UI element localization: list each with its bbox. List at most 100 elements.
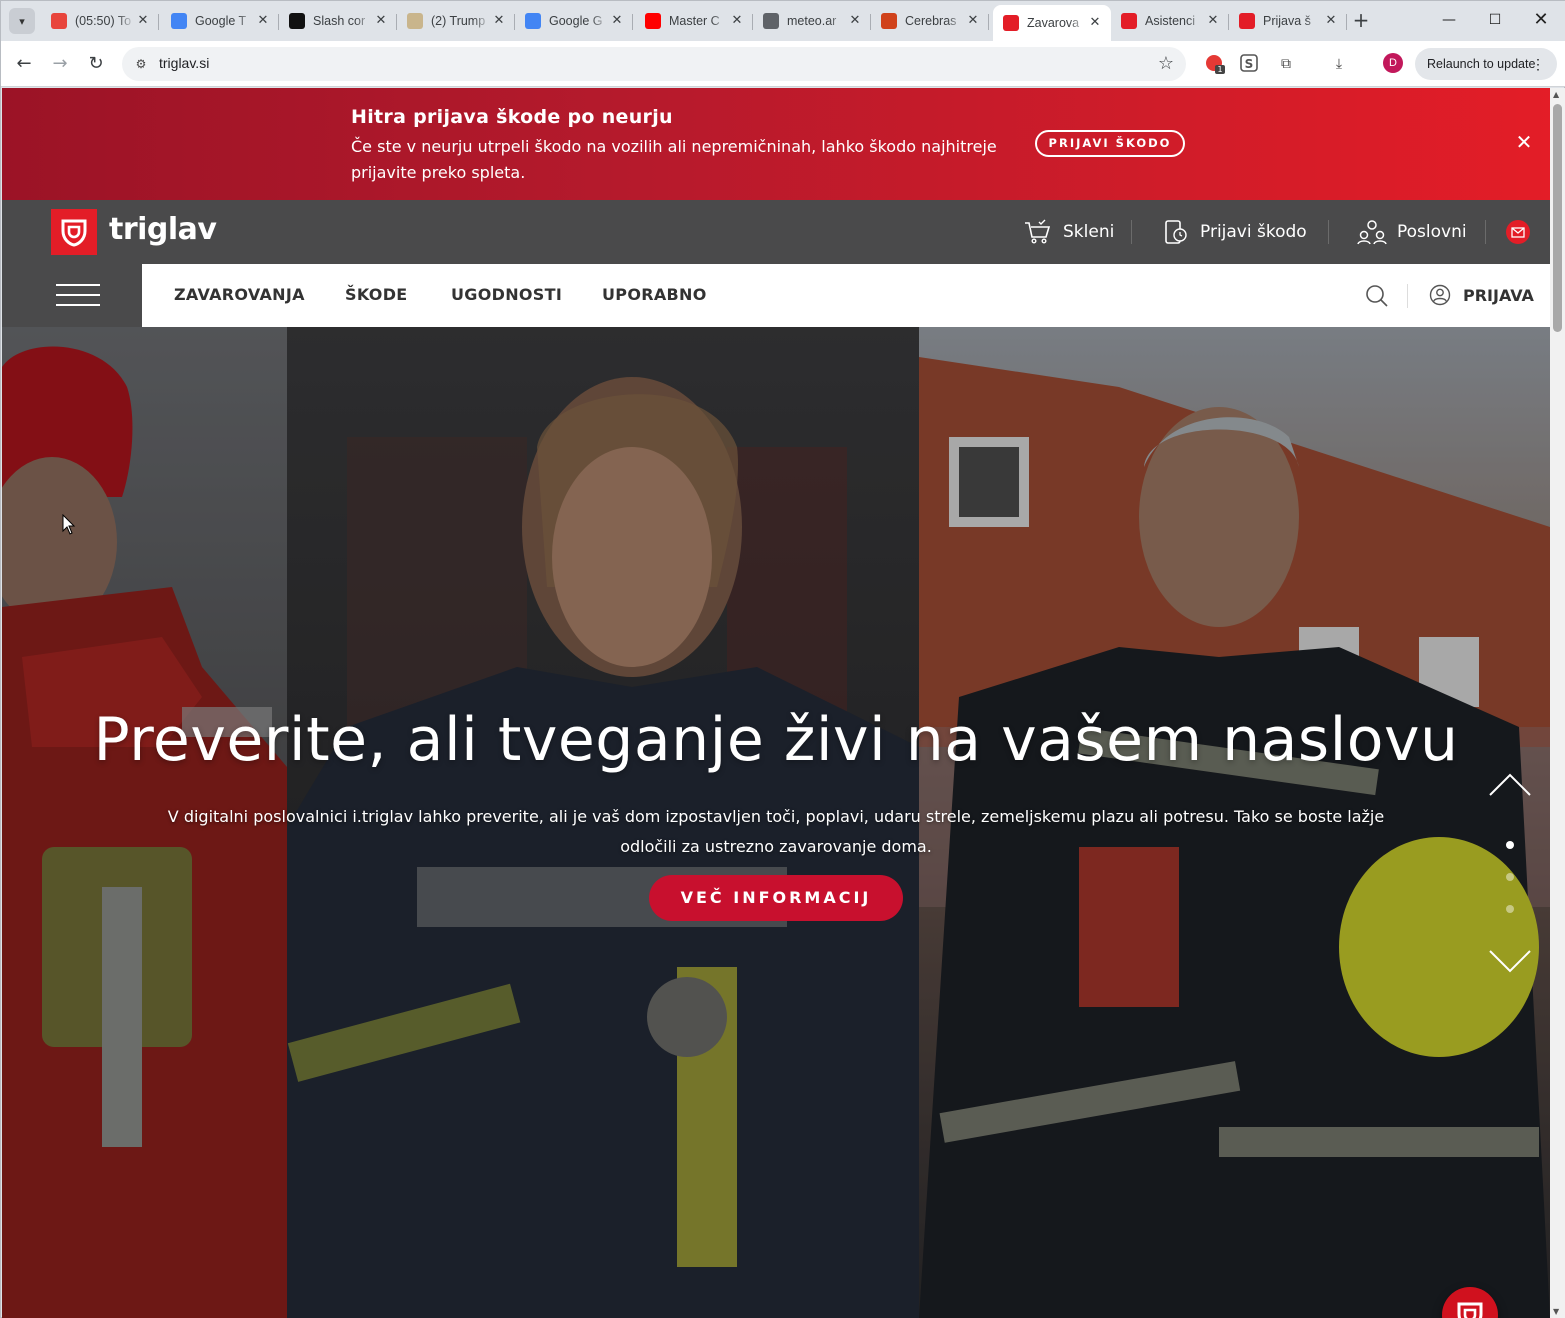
scroll-up-icon[interactable]: ▲ xyxy=(1553,90,1559,99)
tab-close-icon[interactable]: ✕ xyxy=(373,13,389,29)
divider xyxy=(1131,220,1132,244)
logo-text[interactable]: triglav xyxy=(109,212,217,247)
tab-label: (05:50) To xyxy=(75,14,132,28)
nav-item-ugodnosti[interactable]: UGODNOSTI xyxy=(451,285,562,304)
profile-avatar[interactable]: D xyxy=(1383,53,1403,73)
s-extension-icon[interactable]: S xyxy=(1238,53,1260,75)
storm-alert-banner: Hitra prijava škode po neurju Če ste v n… xyxy=(2,88,1550,200)
tab-label: (2) Trump xyxy=(431,14,486,28)
page-viewport: Hitra prijava škode po neurju Če ste v n… xyxy=(2,88,1550,1318)
browser-tab[interactable]: Master C ✕ xyxy=(635,5,753,37)
browser-tab[interactable]: (2) Trump ✕ xyxy=(397,5,515,37)
tab-label: Master C xyxy=(669,14,720,28)
triglav-logo-icon xyxy=(1457,1302,1483,1318)
nav-item-uporabno[interactable]: UPORABNO xyxy=(602,285,707,304)
chevron-down-icon[interactable] xyxy=(1488,947,1532,975)
site-info-icon[interactable]: ⚙ xyxy=(132,55,150,73)
url-text[interactable]: triglav.si xyxy=(159,55,209,71)
close-icon[interactable]: ✕ xyxy=(1514,132,1534,152)
hero-title: Preverite, ali tveganje živi na vašem na… xyxy=(93,705,1459,775)
hamburger-menu-icon[interactable] xyxy=(2,264,142,327)
tab-strip: ▾ (05:50) To ✕ Google T ✕ Slash cor ✕ (2) Trum… xyxy=(1,1,1565,41)
tab-favicon-icon xyxy=(1239,13,1255,29)
alert-title: Hitra prijava škode po neurju xyxy=(351,106,673,128)
carousel-dot-active[interactable] xyxy=(1506,841,1514,849)
tab-close-icon[interactable]: ✕ xyxy=(847,13,863,29)
downloads-icon[interactable]: ⤓ xyxy=(1328,53,1350,75)
page-scrollbar[interactable]: ▲ ▼ xyxy=(1550,88,1565,1318)
carousel-dot[interactable] xyxy=(1506,905,1514,913)
relaunch-label: Relaunch to update xyxy=(1427,57,1536,71)
report-damage-button[interactable]: PRIJAVI ŠKODO xyxy=(1035,130,1185,157)
login-button[interactable]: PRIJAVA xyxy=(1429,284,1534,306)
browser-window: ▾ (05:50) To ✕ Google T ✕ Slash cor ✕ (2) Trum… xyxy=(0,0,1565,1318)
browser-tab[interactable]: Asistenci ✕ xyxy=(1111,5,1229,37)
tab-close-icon[interactable]: ✕ xyxy=(965,13,981,29)
tab-label: Cerebras xyxy=(905,14,957,28)
tab-close-icon[interactable]: ✕ xyxy=(1323,13,1339,29)
tab-close-icon[interactable]: ✕ xyxy=(609,13,625,29)
nav-item-zavarovanja[interactable]: ZAVAROVANJA xyxy=(174,285,305,304)
header-link-poslovni[interactable]: Poslovni xyxy=(1357,219,1467,245)
search-icon[interactable] xyxy=(1365,284,1389,308)
new-tab-button[interactable]: + xyxy=(1350,9,1372,31)
tab-close-icon[interactable]: ✕ xyxy=(1087,15,1103,31)
adblock-extension-icon[interactable]: 1 xyxy=(1204,53,1226,75)
tab-close-icon[interactable]: ✕ xyxy=(135,13,151,29)
tab-favicon-icon xyxy=(289,13,305,29)
browser-toolbar: ← → ↻ ⚙ triglav.si ☆ 1 S ⧉ ⤓ D Relaunch … xyxy=(1,41,1565,87)
bookmark-star-icon[interactable]: ☆ xyxy=(1158,53,1174,74)
header-link-skleni[interactable]: Skleni xyxy=(1023,219,1114,245)
minimize-button[interactable]: — xyxy=(1426,5,1472,35)
back-button[interactable]: ← xyxy=(10,50,38,78)
browser-tab[interactable]: Google G ✕ xyxy=(515,5,633,37)
people-icon xyxy=(1357,220,1387,245)
tab-favicon-icon xyxy=(51,13,67,29)
tab-search-button[interactable]: ▾ xyxy=(9,8,35,34)
tab-close-icon[interactable]: ✕ xyxy=(255,13,271,29)
triglav-logo-icon[interactable] xyxy=(51,209,97,255)
tab-favicon-icon xyxy=(763,13,779,29)
scrollbar-thumb[interactable] xyxy=(1553,104,1562,332)
carousel-dot[interactable] xyxy=(1506,873,1514,881)
maximize-button[interactable]: ☐ xyxy=(1472,5,1518,35)
header-link-label: Prijavi škodo xyxy=(1200,222,1307,242)
reload-button[interactable]: ↻ xyxy=(82,50,110,78)
browser-tab[interactable]: Zavarova ✕ xyxy=(993,5,1111,41)
messages-icon[interactable] xyxy=(1506,220,1530,244)
cart-icon xyxy=(1025,219,1051,244)
extensions-puzzle-icon[interactable]: ⧉ xyxy=(1275,53,1297,75)
tab-favicon-icon xyxy=(171,13,187,29)
scroll-down-icon[interactable]: ▼ xyxy=(1553,1307,1559,1316)
address-bar[interactable]: ⚙ triglav.si ☆ xyxy=(122,47,1186,81)
close-window-button[interactable]: ✕ xyxy=(1518,5,1564,35)
relaunch-button[interactable]: Relaunch to update ⋮ xyxy=(1415,48,1557,80)
browser-tab[interactable]: Prijava š ✕ xyxy=(1229,5,1347,37)
chevron-up-icon[interactable] xyxy=(1488,771,1532,799)
tab-label: meteo.ar xyxy=(787,14,837,28)
login-label: PRIJAVA xyxy=(1463,285,1534,305)
browser-tab[interactable]: Google T ✕ xyxy=(161,5,279,37)
tab-close-icon[interactable]: ✕ xyxy=(1205,13,1221,29)
tab-label: Asistenci xyxy=(1145,14,1196,28)
menu-dots-icon[interactable]: ⋮ xyxy=(1531,48,1545,80)
browser-tab[interactable]: meteo.ar ✕ xyxy=(753,5,871,37)
tab-close-icon[interactable]: ✕ xyxy=(729,13,745,29)
browser-tab[interactable]: Cerebras ✕ xyxy=(871,5,989,37)
hero-subtitle: V digitalni poslovalnici i.triglav lahko… xyxy=(167,807,1385,856)
tab-label: Google G xyxy=(549,14,603,28)
svg-text:S: S xyxy=(1245,57,1254,71)
tab-close-icon[interactable]: ✕ xyxy=(491,13,507,29)
main-nav: ZAVAROVANJA ŠKODE UGODNOSTI UPORABNO PRI… xyxy=(142,264,1550,327)
tab-favicon-icon xyxy=(525,13,541,29)
header-link-prijavi-skodo[interactable]: Prijavi škodo xyxy=(1160,219,1307,245)
tab-favicon-icon xyxy=(407,13,423,29)
browser-tab[interactable]: (05:50) To ✕ xyxy=(41,5,159,37)
forward-button[interactable]: → xyxy=(46,50,74,78)
alert-text: Če ste v neurju utrpeli škodo na vozilih… xyxy=(351,137,997,182)
nav-item-skode[interactable]: ŠKODE xyxy=(345,285,408,304)
more-info-button[interactable]: VEČ INFORMACIJ xyxy=(649,875,903,921)
browser-tab[interactable]: Slash cor ✕ xyxy=(279,5,397,37)
tab-label: Prijava š xyxy=(1263,14,1311,28)
tab-label: Zavarova xyxy=(1027,16,1080,30)
